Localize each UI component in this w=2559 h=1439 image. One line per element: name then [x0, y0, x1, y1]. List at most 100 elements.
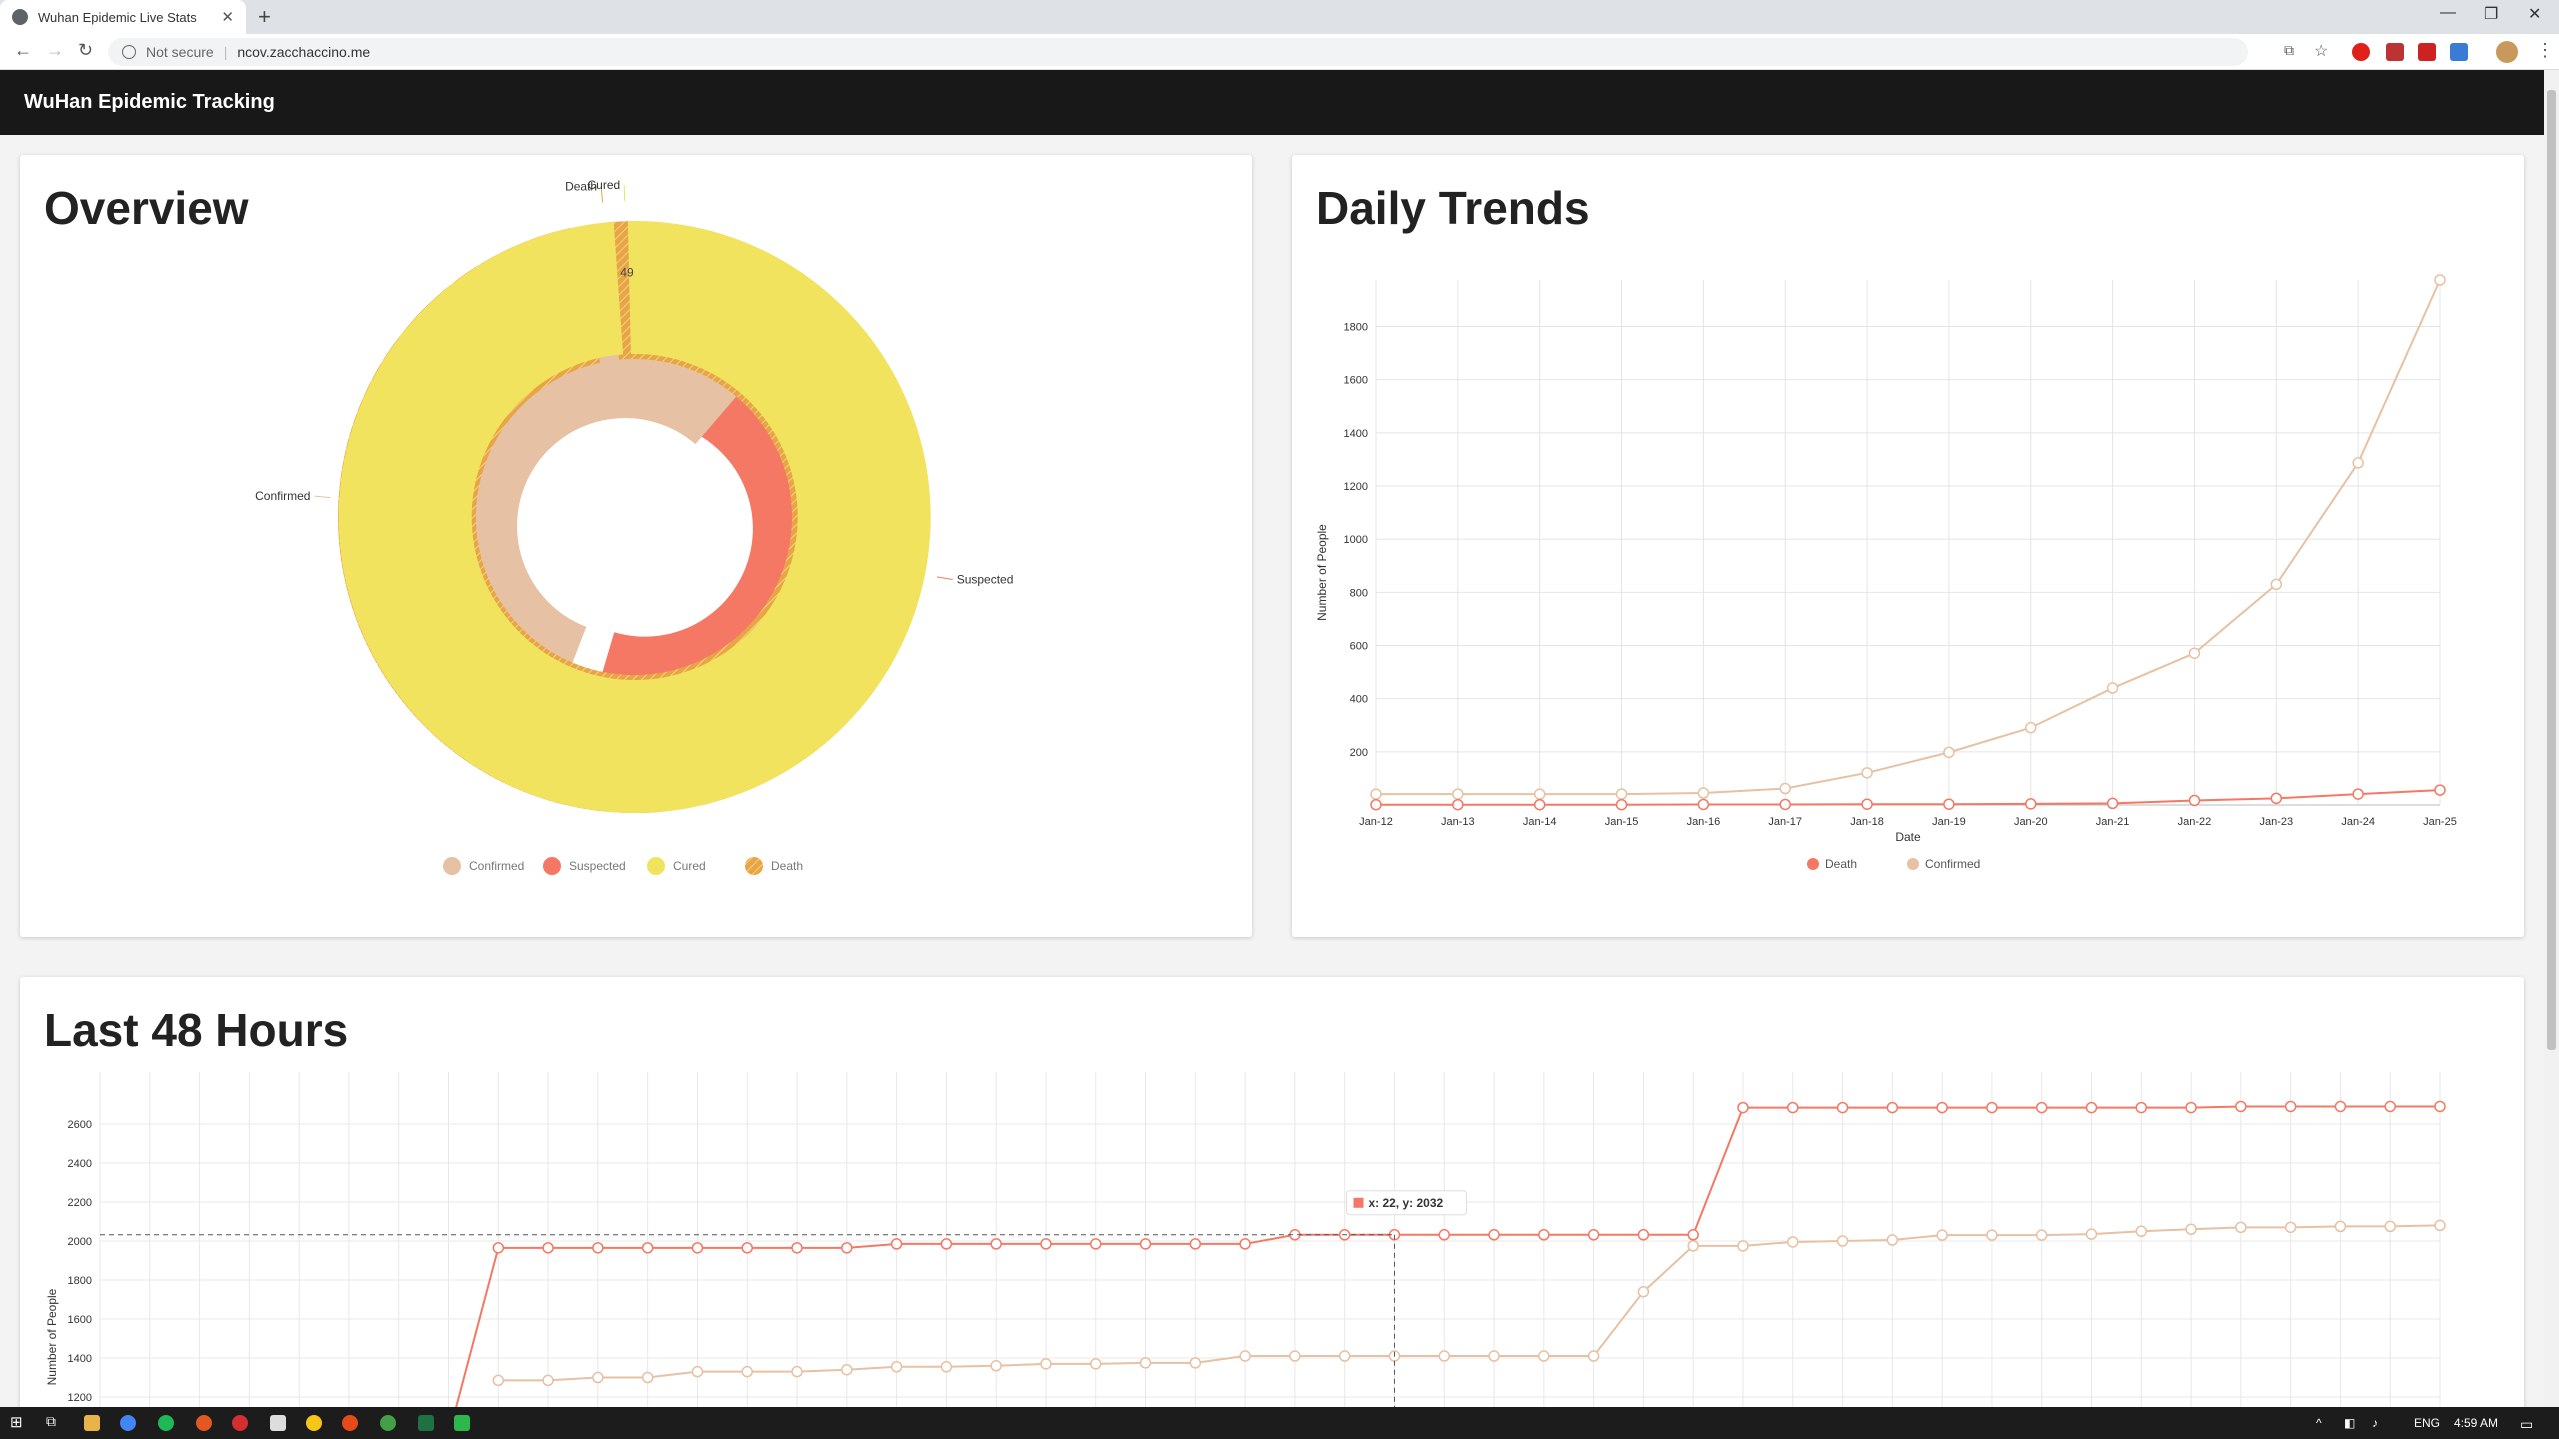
data-point-confirmed — [1587, 1350, 1600, 1362]
file-explorer-icon[interactable] — [84, 1415, 100, 1431]
network-icon[interactable]: ◧ — [2344, 1416, 2355, 1430]
browser-tab[interactable]: Wuhan Epidemic Live Stats ✕ — [0, 0, 246, 34]
data-point-confirmed — [2284, 1221, 2297, 1234]
data-point-confirmed — [1615, 788, 1628, 800]
data-point-confirmed — [2334, 1220, 2347, 1233]
pie-slice-label: Confirmed — [255, 489, 310, 503]
close-tab-icon[interactable]: ✕ — [221, 8, 234, 26]
globe-icon — [12, 9, 28, 25]
daily-trends-chart: 200 400 600 800 1000 1200 1400 1600 1800 Jan-12 Ja… — [1315, 274, 2457, 871]
spotify-icon[interactable] — [158, 1415, 174, 1431]
task-view-icon[interactable]: ⧉ — [46, 1413, 56, 1430]
data-point-confirmed — [1289, 1350, 1301, 1362]
data-point-suspected — [691, 1242, 704, 1254]
data-point-suspected — [2085, 1101, 2098, 1114]
data-point-suspected — [1637, 1229, 1650, 1241]
excel-icon[interactable] — [418, 1415, 434, 1431]
data-point-confirmed — [2235, 1221, 2247, 1234]
x-tick-label: Jan-20 — [2014, 816, 2048, 828]
address-bar[interactable]: Not secure | ncov.zacchaccino.me — [108, 38, 2248, 66]
data-point-suspected — [1836, 1101, 1849, 1114]
data-point-confirmed — [2434, 1219, 2446, 1232]
bookmark-star-icon[interactable]: ☆ — [2314, 41, 2328, 61]
data-point-suspected — [841, 1242, 853, 1254]
data-point-confirmed — [691, 1365, 704, 1378]
taskbar: ⊞ ⧉ ^ ◧ ♪ ENG 4:59 AM ▭ — [0, 1407, 2559, 1439]
data-point-confirmed — [1861, 767, 1873, 779]
mail-icon[interactable] — [270, 1415, 286, 1431]
tooltip-swatch — [1353, 1197, 1364, 1208]
chrome-icon[interactable] — [120, 1415, 136, 1431]
data-point-confirmed — [791, 1365, 803, 1378]
legend-swatch-death — [745, 857, 763, 875]
data-point-suspected — [1089, 1238, 1102, 1250]
data-point-suspected — [1239, 1238, 1251, 1250]
data-point-suspected — [1438, 1229, 1451, 1241]
back-icon[interactable]: ← — [14, 40, 32, 61]
x-tick-label: Jan-19 — [1932, 816, 1966, 828]
tray-chevron-icon[interactable]: ^ — [2316, 1416, 2322, 1430]
page-scrollbar[interactable] — [2544, 70, 2559, 1407]
data-point-confirmed — [1986, 1229, 1998, 1241]
windows-start-icon[interactable]: ⊞ — [10, 1413, 23, 1431]
pie-slice-label: Cured — [588, 178, 621, 192]
close-window-icon[interactable]: ✕ — [2528, 4, 2541, 24]
y-tick-label: 400 — [1350, 694, 1368, 706]
extension-icon[interactable] — [2418, 43, 2436, 61]
omnibox-divider: | — [223, 44, 228, 60]
app-icon[interactable] — [342, 1415, 358, 1431]
wechat-icon[interactable] — [454, 1415, 470, 1431]
data-point-confirmed — [1370, 788, 1382, 800]
y-tick-label: 2600 — [68, 1119, 92, 1131]
data-point-confirmed — [1637, 1285, 1650, 1298]
clock[interactable]: 4:59 AM — [2454, 1416, 2498, 1430]
extension-icon[interactable] — [2450, 43, 2468, 61]
language-indicator[interactable]: ENG — [2414, 1416, 2440, 1430]
x-tick-label: Jan-25 — [2423, 816, 2457, 828]
reload-icon[interactable]: ↻ — [78, 40, 93, 61]
menu-kebab-icon[interactable]: ⋮ — [2536, 40, 2554, 61]
app-title[interactable]: WuHan Epidemic Tracking — [24, 91, 275, 114]
overview-pie-chart: 2692Suspected2079Confirmed56Death49Cured… — [255, 178, 1013, 875]
opera-extension-icon[interactable] — [2352, 43, 2370, 61]
info-icon[interactable] — [122, 45, 136, 59]
data-point-suspected — [492, 1242, 505, 1254]
y-tick-label: 1000 — [1344, 534, 1368, 546]
avatar[interactable] — [2496, 41, 2518, 63]
data-point-confirmed — [2085, 1228, 2098, 1240]
restore-icon[interactable]: ❐ — [2484, 4, 2498, 24]
scrollbar-thumb[interactable] — [2547, 90, 2556, 1050]
forward-icon[interactable]: → — [46, 40, 64, 61]
notifications-icon[interactable]: ▭ — [2520, 1416, 2533, 1433]
app-icon[interactable] — [380, 1415, 396, 1431]
data-point-confirmed — [1787, 1236, 1799, 1248]
app-icon[interactable] — [232, 1415, 248, 1431]
daily-trends-card: Daily Trends 200 400 600 800 1000 1200 1400 160… — [1292, 155, 2524, 937]
install-icon[interactable]: ⧉ — [2284, 42, 2294, 59]
data-point-suspected — [1139, 1238, 1152, 1250]
y-tick-label: 1200 — [1344, 481, 1368, 493]
tab-title: Wuhan Epidemic Live Stats — [38, 9, 197, 25]
y-tick-label: 2200 — [68, 1197, 92, 1209]
app-icon[interactable] — [306, 1415, 322, 1431]
browser-toolbar: ← → ↻ Not secure | ncov.zacchaccino.me ⧉… — [0, 34, 2559, 70]
extension-icon[interactable] — [2386, 43, 2404, 61]
new-tab-button[interactable]: + — [258, 4, 271, 30]
y-tick-label: 1400 — [68, 1353, 92, 1365]
volume-icon[interactable]: ♪ — [2372, 1416, 2378, 1430]
data-point-suspected — [2334, 1100, 2347, 1113]
minimize-icon[interactable]: — — [2440, 4, 2456, 22]
data-point-confirmed — [2106, 682, 2119, 694]
data-point-confirmed — [1538, 1350, 1550, 1362]
x-tick-label: Jan-14 — [1523, 816, 1557, 828]
data-point-suspected — [1587, 1229, 1600, 1241]
data-point-suspected — [2384, 1100, 2396, 1113]
data-point-confirmed — [1338, 1350, 1351, 1362]
data-point-suspected — [1886, 1101, 1899, 1114]
legend-label-cured: Cured — [673, 859, 706, 873]
data-point-suspected — [1488, 1229, 1500, 1241]
y-tick-label: 1600 — [68, 1314, 92, 1326]
data-point-confirmed — [940, 1361, 953, 1373]
app-icon[interactable] — [196, 1415, 212, 1431]
data-point-confirmed — [1943, 746, 1955, 759]
